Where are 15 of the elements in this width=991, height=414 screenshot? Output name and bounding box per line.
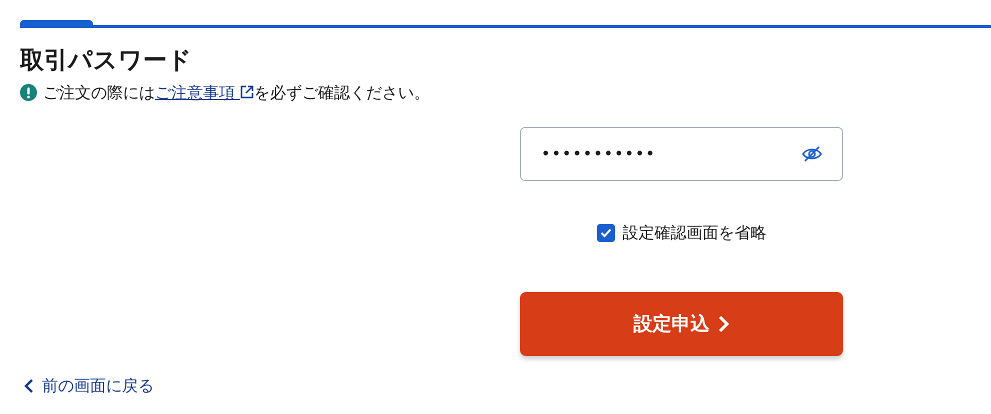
chevron-left-icon (24, 378, 34, 394)
checkmark-icon (600, 228, 612, 238)
page-title: 取引パスワード (20, 46, 193, 75)
password-field[interactable]: ••••••••••• (520, 126, 843, 181)
notice-link[interactable]: ご注意事項 (155, 82, 254, 102)
exclamation-icon (20, 84, 37, 102)
password-value: ••••••••••• (541, 142, 657, 165)
checkbox[interactable] (596, 224, 614, 242)
notice-text: ご注文の際にはご注意事項 を必ずご確認ください。 (43, 82, 430, 104)
external-link-icon (240, 84, 254, 99)
eye-slash-icon[interactable] (802, 144, 822, 163)
submit-button[interactable]: 設定申込 (520, 292, 843, 356)
checkbox-label: 設定確認画面を省略 (622, 222, 766, 244)
chevron-right-icon (718, 314, 730, 333)
back-link[interactable]: 前の画面に戻る (24, 374, 154, 398)
